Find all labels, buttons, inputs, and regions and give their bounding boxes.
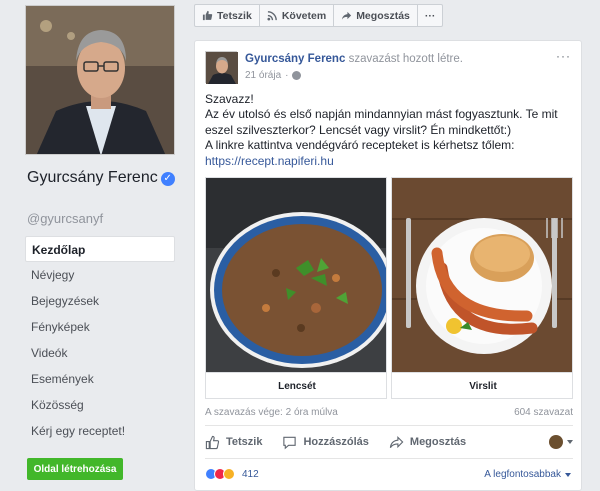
post-timestamp[interactable]: 21 órája	[245, 70, 281, 81]
comment-label: Hozzászólás	[303, 436, 369, 448]
post-text-line: Szavazz!	[205, 92, 254, 106]
reaction-identity-selector[interactable]	[549, 435, 573, 449]
chevron-down-icon	[567, 440, 573, 444]
post-share-button[interactable]: Megosztás	[389, 435, 466, 450]
post-actions: Tetszik Hozzászólás Megosztás	[205, 430, 573, 454]
post-text-line: Az év utolsó és első napján mindannyian …	[205, 107, 558, 137]
nav-item-fenykepek[interactable]: Fényképek	[25, 314, 175, 340]
nav-item-nevjegy[interactable]: Névjegy	[25, 262, 175, 288]
profile-photo[interactable]	[25, 5, 175, 155]
comment-button[interactable]: Hozzászólás	[282, 435, 369, 450]
profile-name-text: Gyurcsány Ferenc	[27, 169, 158, 186]
divider	[205, 425, 573, 426]
poll-option-label: Virslit	[392, 372, 572, 398]
rss-follow-icon	[267, 11, 277, 21]
nav-item-bejegyzesek[interactable]: Bejegyzések	[25, 288, 175, 314]
nav-item-videok[interactable]: Videók	[25, 340, 175, 366]
author-avatar[interactable]	[205, 51, 238, 84]
follow-button[interactable]: Követem	[260, 5, 335, 26]
post-like-button[interactable]: Tetszik	[205, 435, 262, 450]
reaction-icons	[205, 468, 235, 480]
create-page-button[interactable]: Oldal létrehozása	[27, 458, 123, 480]
post-text-line: A linkre kattintva vendégváró recepteket…	[205, 138, 515, 153]
nav-item-kezdolap[interactable]: Kezdőlap	[25, 236, 175, 262]
post-meta: 21 órája ·	[245, 70, 302, 81]
poll-footer: A szavazás vége: 2 óra múlva 604 szavaza…	[205, 407, 573, 418]
post-action-text: szavazást hozott létre.	[348, 53, 463, 65]
poll-option-label: Lencsét	[206, 372, 386, 398]
reactions-summary[interactable]: 412	[205, 468, 259, 480]
comment-bubble-icon	[283, 436, 297, 449]
author-avatar-illustration	[206, 52, 238, 84]
post-header: Gyurcsány Ferenc szavazást hozott létre.	[245, 53, 463, 65]
left-column: Gyurcsány Ferenc ✓ @gyurcsanyf Kezdőlap N…	[0, 0, 183, 491]
profile-name[interactable]: Gyurcsány Ferenc ✓	[27, 167, 177, 189]
comment-sort-dropdown[interactable]: A legfontosabbak	[484, 469, 571, 480]
post-author-link[interactable]: Gyurcsány Ferenc	[245, 53, 345, 65]
poll-option-lencse[interactable]: Lencsét	[205, 177, 387, 399]
poll-option-virsli[interactable]: Virslit	[391, 177, 573, 399]
wow-reaction-icon	[223, 468, 235, 480]
page-share-label: Megosztás	[356, 9, 410, 22]
poll-end-time: A szavazás vége: 2 óra múlva	[205, 407, 338, 418]
lentil-dish-image	[206, 178, 386, 372]
recipe-link[interactable]: https://recept.napiferi.hu	[205, 154, 334, 168]
public-globe-icon[interactable]	[292, 71, 302, 80]
sausage-plate-image	[392, 178, 572, 372]
more-options-icon: ···	[424, 9, 436, 22]
follow-label: Követem	[281, 9, 327, 22]
post-share-label: Megosztás	[409, 436, 467, 448]
poll-post: Gyurcsány Ferenc szavazást hozott létre.…	[194, 40, 582, 491]
post-menu-button[interactable]: ···	[556, 49, 571, 63]
profile-photo-illustration	[26, 6, 174, 154]
post-like-label: Tetszik	[226, 436, 263, 448]
thumbs-up-icon	[205, 435, 220, 449]
separator-dot: ·	[285, 70, 289, 81]
reactor-avatar	[549, 435, 563, 449]
nav-item-kozosseg[interactable]: Közösség	[25, 392, 175, 418]
profile-handle: @gyurcsanyf	[27, 211, 104, 226]
page-action-bar: Tetszik Követem Megosztás ···	[194, 4, 444, 27]
page-share-button[interactable]: Megosztás	[334, 5, 418, 26]
more-options-button[interactable]: ···	[418, 5, 443, 26]
page-nav: Kezdőlap Névjegy Bejegyzések Fényképek V…	[25, 236, 175, 444]
share-arrow-icon	[389, 435, 404, 448]
verified-badge-icon: ✓	[160, 172, 175, 186]
page-like-button[interactable]: Tetszik	[195, 5, 260, 26]
thumbs-up-icon	[202, 10, 213, 21]
comment-sort-label: A legfontosabbak	[484, 469, 561, 480]
share-arrow-icon	[342, 11, 352, 20]
nav-item-kerj-receptet[interactable]: Kérj egy receptet!	[25, 418, 175, 444]
page-like-label: Tetszik	[217, 9, 252, 22]
poll-vote-count[interactable]: 604 szavazat	[514, 407, 573, 418]
post-text: Szavazz! Az év utolsó és első napján min…	[205, 92, 575, 169]
nav-item-esemenyek[interactable]: Események	[25, 366, 175, 392]
chevron-down-icon	[565, 472, 571, 477]
reactions-count: 412	[242, 468, 259, 480]
divider	[205, 458, 573, 459]
